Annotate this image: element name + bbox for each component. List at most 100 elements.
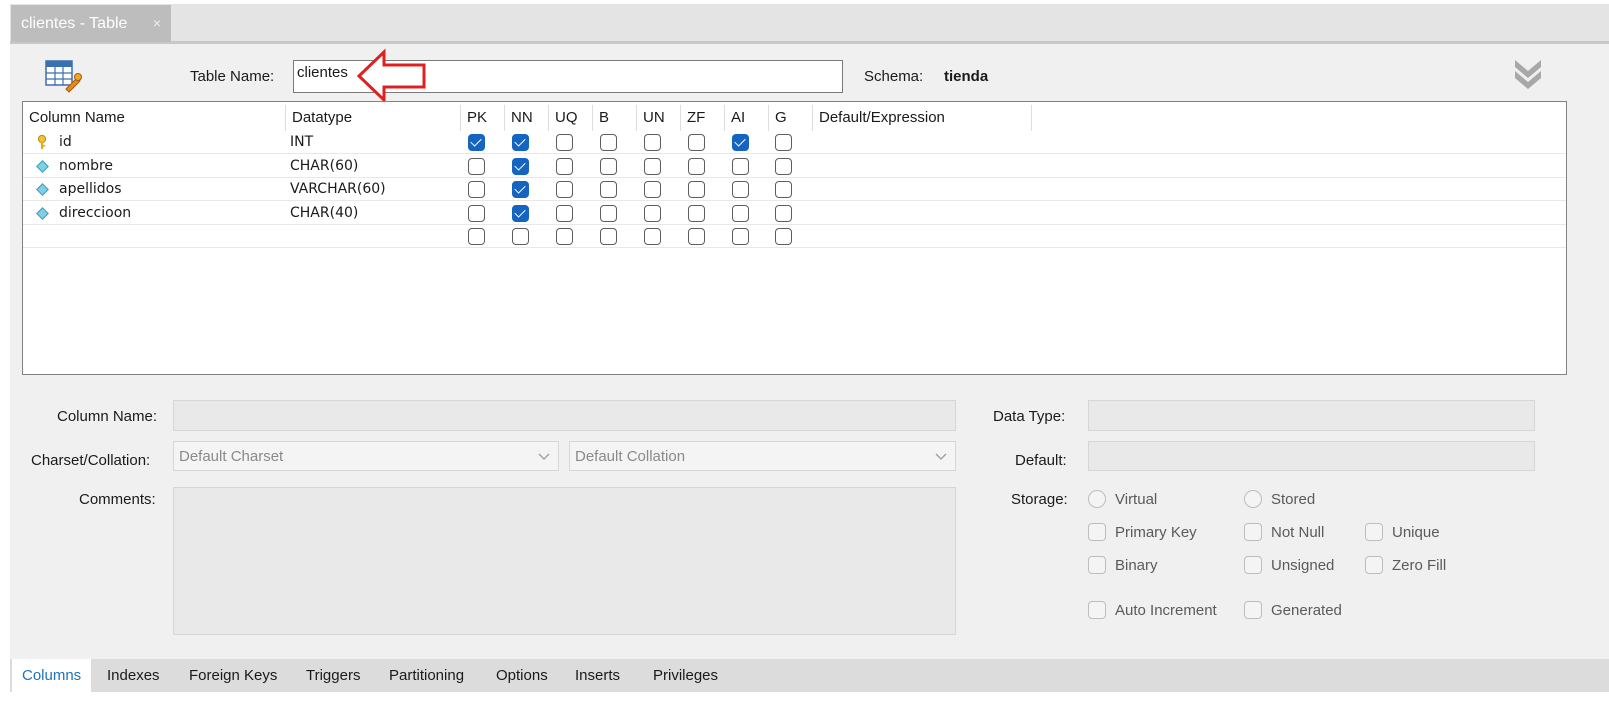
zero-fill-label: Zero Fill: [1392, 557, 1447, 574]
g-checkbox[interactable]: [775, 157, 792, 175]
un-checkbox[interactable]: [644, 181, 661, 198]
unsigned-checkbox[interactable]: [1244, 556, 1262, 574]
zf-checkbox[interactable]: [688, 228, 705, 245]
zf-checkbox[interactable]: [688, 157, 705, 175]
cell-datatype[interactable]: VARCHAR(60): [290, 178, 386, 201]
header-uq[interactable]: UQ: [549, 105, 593, 131]
columns-grid[interactable]: Column Name Datatype PK NN UQ B UN ZF AI…: [22, 101, 1567, 375]
uq-checkbox[interactable]: [556, 204, 573, 222]
table-row[interactable]: [23, 225, 1566, 248]
comments-textarea[interactable]: [173, 487, 956, 635]
ai-checkbox[interactable]: [732, 134, 749, 151]
tab-foreign-keys[interactable]: Foreign Keys: [179, 659, 287, 692]
tab-privileges[interactable]: Privileges: [643, 659, 728, 692]
pk-checkbox[interactable]: [468, 181, 485, 198]
header-column-name[interactable]: Column Name: [23, 105, 286, 131]
binary-checkbox[interactable]: [1088, 556, 1106, 574]
nn-checkbox[interactable]: [512, 181, 529, 198]
table-row[interactable]: nombre CHAR(60): [23, 155, 1566, 178]
pk-checkbox[interactable]: [468, 157, 485, 175]
uq-checkbox[interactable]: [556, 181, 573, 198]
header-g[interactable]: G: [769, 105, 813, 131]
collation-select[interactable]: Default Collation: [569, 441, 956, 471]
generated-checkbox[interactable]: [1244, 601, 1262, 619]
zero-fill-checkbox[interactable]: [1365, 556, 1383, 574]
close-icon[interactable]: ×: [153, 5, 161, 42]
charset-select[interactable]: Default Charset: [173, 441, 559, 471]
not-null-label: Not Null: [1271, 524, 1325, 541]
b-checkbox[interactable]: [600, 157, 617, 175]
cell-datatype[interactable]: CHAR(60): [290, 155, 358, 178]
table-row[interactable]: id INT: [23, 131, 1566, 154]
ai-checkbox[interactable]: [732, 204, 749, 222]
tab-partitioning[interactable]: Partitioning: [379, 659, 474, 692]
nn-checkbox[interactable]: [512, 228, 529, 245]
comments-label: Comments:: [79, 491, 156, 508]
zf-checkbox[interactable]: [688, 134, 705, 151]
pk-checkbox[interactable]: [468, 134, 485, 151]
b-checkbox[interactable]: [600, 204, 617, 222]
uq-checkbox[interactable]: [556, 157, 573, 175]
storage-label: Storage:: [1011, 491, 1068, 508]
nn-checkbox[interactable]: [512, 204, 529, 222]
header-default-expression[interactable]: Default/Expression: [813, 105, 1032, 131]
cell-column-name[interactable]: direccioon: [59, 202, 131, 225]
header-zf[interactable]: ZF: [681, 105, 725, 131]
b-checkbox[interactable]: [600, 181, 617, 198]
cell-datatype[interactable]: INT: [290, 131, 313, 154]
document-tab-clientes[interactable]: clientes - Table ×: [11, 5, 171, 42]
default-label: Default:: [1015, 452, 1067, 469]
virtual-radio[interactable]: [1088, 490, 1106, 508]
nn-checkbox[interactable]: [512, 157, 529, 175]
pk-checkbox[interactable]: [468, 228, 485, 245]
uq-checkbox[interactable]: [556, 134, 573, 151]
data-type-field[interactable]: [1088, 400, 1535, 431]
un-checkbox[interactable]: [644, 204, 661, 222]
default-field[interactable]: [1088, 441, 1535, 471]
g-checkbox[interactable]: [775, 181, 792, 198]
tab-columns[interactable]: Columns: [12, 659, 92, 692]
cell-column-name[interactable]: apellidos: [59, 178, 122, 201]
un-checkbox[interactable]: [644, 134, 661, 151]
table-row[interactable]: direccioon CHAR(40): [23, 202, 1566, 225]
nn-checkbox[interactable]: [512, 134, 529, 151]
header-datatype[interactable]: Datatype: [286, 105, 461, 131]
zf-checkbox[interactable]: [688, 204, 705, 222]
primary-key-checkbox[interactable]: [1088, 523, 1106, 541]
uq-checkbox[interactable]: [556, 228, 573, 245]
pk-checkbox[interactable]: [468, 204, 485, 222]
collapse-chevrons-icon[interactable]: [1512, 56, 1544, 92]
un-checkbox[interactable]: [644, 228, 661, 245]
cell-datatype[interactable]: CHAR(40): [290, 202, 358, 225]
zf-checkbox[interactable]: [688, 181, 705, 198]
table-row[interactable]: apellidos VARCHAR(60): [23, 178, 1566, 201]
document-tab-title: clientes - Table: [21, 15, 128, 32]
un-checkbox[interactable]: [644, 157, 661, 175]
g-checkbox[interactable]: [775, 134, 792, 151]
header-b[interactable]: B: [593, 105, 637, 131]
header-un[interactable]: UN: [637, 105, 681, 131]
b-checkbox[interactable]: [600, 134, 617, 151]
tab-indexes[interactable]: Indexes: [97, 659, 170, 692]
key-icon: [37, 135, 47, 149]
b-checkbox[interactable]: [600, 228, 617, 245]
tab-triggers[interactable]: Triggers: [296, 659, 370, 692]
header-nn[interactable]: NN: [505, 105, 549, 131]
cell-column-name[interactable]: nombre: [59, 155, 113, 178]
g-checkbox[interactable]: [775, 228, 792, 245]
cell-column-name[interactable]: id: [59, 131, 72, 154]
ai-checkbox[interactable]: [732, 228, 749, 245]
tab-options[interactable]: Options: [486, 659, 558, 692]
ai-checkbox[interactable]: [732, 181, 749, 198]
column-name-field[interactable]: [173, 400, 956, 431]
stored-label: Stored: [1271, 491, 1316, 508]
auto-increment-checkbox[interactable]: [1088, 601, 1106, 619]
ai-checkbox[interactable]: [732, 157, 749, 175]
unique-checkbox[interactable]: [1365, 523, 1383, 541]
header-pk[interactable]: PK: [461, 105, 505, 131]
stored-radio[interactable]: [1244, 490, 1262, 508]
tab-inserts[interactable]: Inserts: [565, 659, 630, 692]
header-ai[interactable]: AI: [725, 105, 769, 131]
g-checkbox[interactable]: [775, 204, 792, 222]
not-null-checkbox[interactable]: [1244, 523, 1262, 541]
